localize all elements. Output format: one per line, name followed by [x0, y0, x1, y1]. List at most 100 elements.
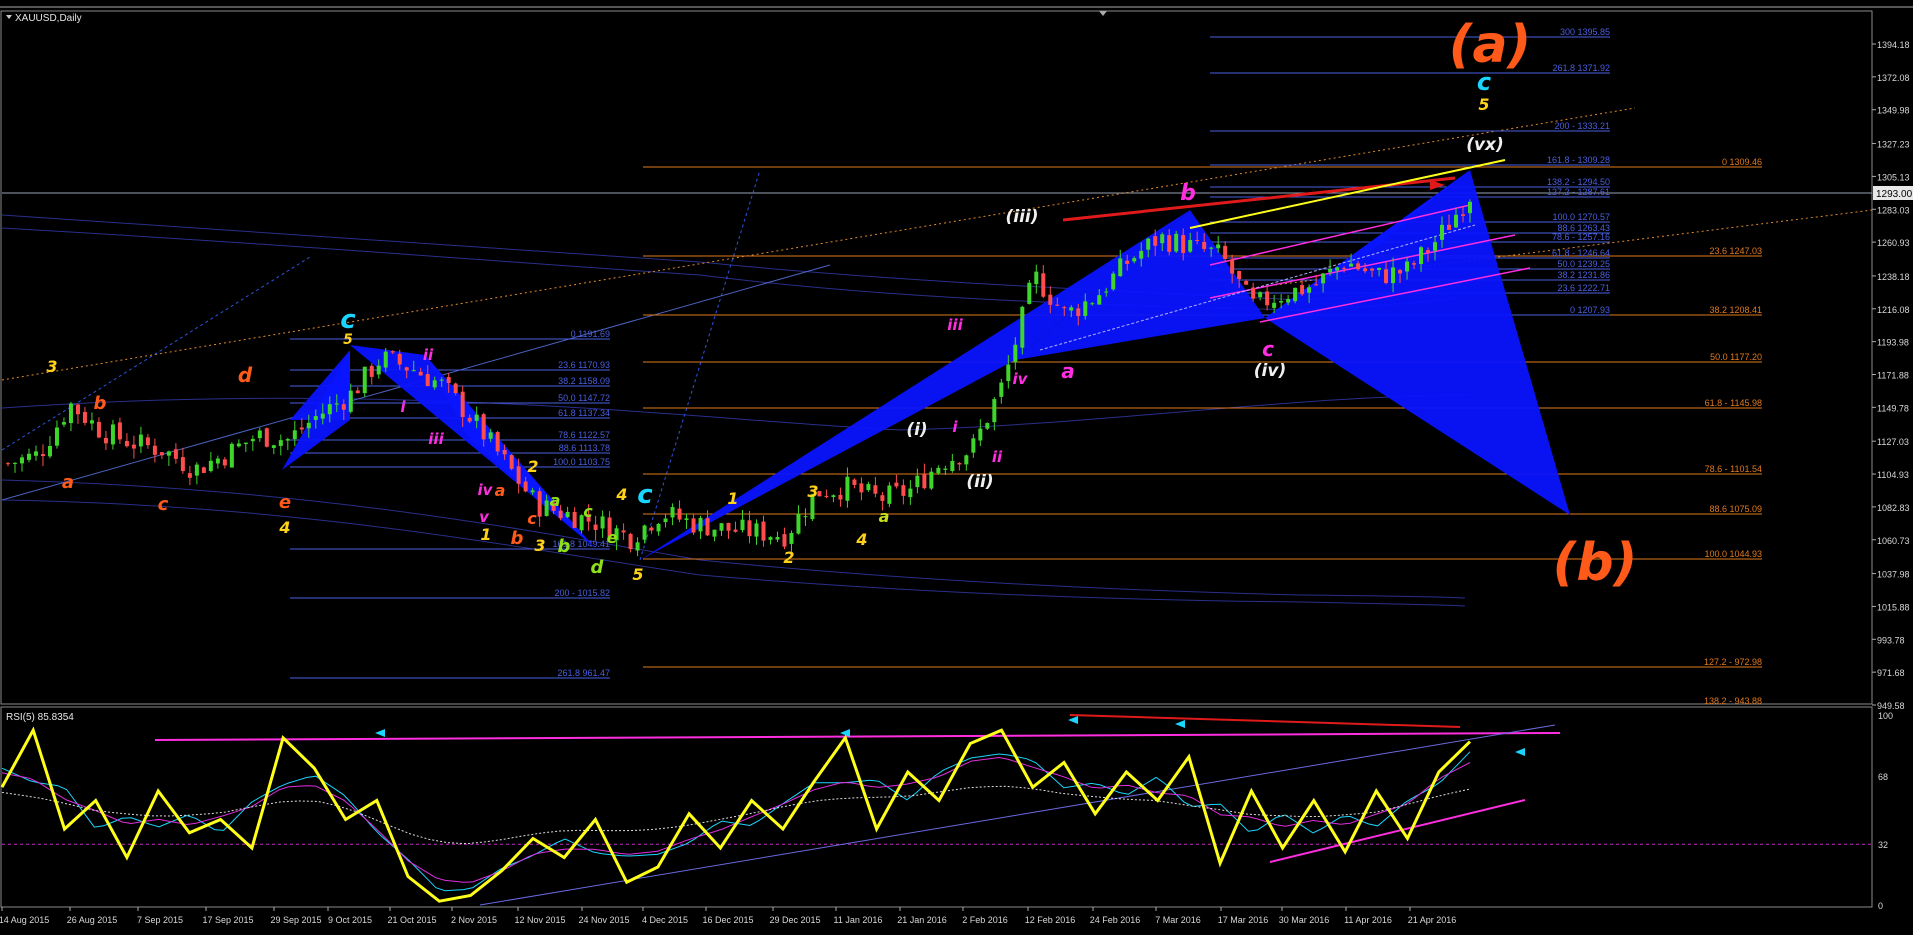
candle-body — [47, 445, 52, 457]
candle-body — [1433, 242, 1438, 251]
candle-body — [572, 512, 577, 528]
scroll-marker-icon[interactable] — [1099, 11, 1107, 16]
candle-body — [418, 371, 423, 376]
candle-body — [824, 495, 829, 497]
candle-body — [859, 483, 864, 493]
candle-body — [1370, 268, 1375, 271]
candle-body — [320, 413, 325, 419]
wave-label-a-right: a — [879, 507, 890, 526]
candle-body — [1188, 240, 1193, 252]
wave-label-d-green: d — [591, 557, 605, 578]
candle-body — [915, 475, 920, 488]
wave-label-i-paren: (i) — [906, 420, 927, 440]
candle-body — [173, 449, 178, 459]
candle-body — [271, 445, 276, 448]
candle-body — [1461, 214, 1466, 216]
candle-body — [54, 427, 59, 446]
candle-body — [950, 461, 955, 471]
candle-body — [628, 533, 633, 550]
candle-body — [852, 479, 857, 485]
candle-body — [943, 468, 948, 470]
candle-body — [1013, 344, 1018, 363]
candle-body — [1111, 273, 1116, 290]
date-tick-label: 21 Oct 2015 — [387, 915, 436, 925]
candle-body — [1076, 308, 1081, 317]
fib-left-label: 200 - 1015.82 — [554, 588, 610, 598]
candle-body — [1195, 240, 1200, 242]
candle-body — [1328, 268, 1333, 273]
candle-body — [1335, 267, 1340, 271]
candle-body — [1440, 224, 1445, 240]
candle-body — [495, 432, 500, 452]
candle-body — [26, 453, 31, 460]
candle-body — [460, 391, 465, 417]
candle-body — [117, 422, 122, 440]
candle-body — [201, 467, 206, 473]
candle-body — [747, 520, 752, 537]
candle-body — [1069, 307, 1074, 311]
candle-body — [68, 403, 73, 424]
candle-body — [75, 404, 80, 415]
candle-body — [257, 430, 262, 439]
date-tick-label: 2 Feb 2016 — [962, 915, 1008, 925]
wave-label-c-green: c — [583, 502, 593, 521]
fib-blue-label: 100.0 1270.57 — [1552, 212, 1610, 222]
candle-body — [236, 443, 241, 447]
fib-left-label: 88.6 1113.78 — [559, 443, 610, 453]
candle-body — [957, 463, 962, 465]
wave-label-a-left: a — [62, 472, 74, 493]
candle-body — [341, 404, 346, 410]
candle-body — [964, 455, 969, 465]
candle-body — [131, 444, 136, 449]
price-tick-label: 1372.08 — [1877, 73, 1910, 83]
candle-body — [362, 366, 367, 394]
fib-blue-label: 161.8 - 1309.28 — [1547, 155, 1610, 165]
candle-body — [1265, 291, 1270, 306]
candle-body — [89, 420, 94, 424]
title-dropdown-icon[interactable] — [6, 15, 12, 19]
wave-label-roman-i: i — [952, 418, 958, 436]
candle-body — [208, 460, 213, 471]
fib-blue-label: 261.8 1371.92 — [1552, 63, 1610, 73]
wave-label-big-b: (b) — [1553, 533, 1638, 593]
wave-label-v-left: v — [479, 508, 490, 526]
fib-blue-label: 38.2 1231.86 — [1557, 270, 1610, 280]
wave-label-i-left: i — [400, 398, 406, 416]
wave-label-vx: (vx) — [1466, 135, 1504, 155]
candle-body — [250, 438, 255, 442]
candle-body — [1279, 301, 1284, 303]
wave-label-a-left-2: a — [495, 481, 506, 500]
price-tick-label: 1394.18 — [1877, 40, 1910, 50]
candle-body — [376, 365, 381, 375]
candle-body — [1153, 236, 1158, 246]
candle-body — [1384, 269, 1389, 284]
candle-body — [873, 485, 878, 494]
price-tick-label: 1238.18 — [1877, 272, 1910, 282]
candle-body — [1223, 245, 1228, 260]
wave-label-5-mid: 5 — [632, 565, 643, 584]
candle-body — [474, 414, 479, 421]
wave-label-a-green: a — [550, 491, 561, 510]
date-tick-label: 9 Oct 2015 — [328, 915, 372, 925]
price-tick-label: 1349.98 — [1877, 106, 1910, 116]
blue-dashed-line — [1, 256, 311, 451]
rsi-cyan-arrow-icon — [375, 729, 385, 737]
candle-body — [1104, 291, 1109, 293]
fibonacci-levels: 0 1191.69 23.6 1170.93 38.2 1158.09 50.0 11… — [290, 27, 1762, 706]
candle-body — [1125, 260, 1130, 264]
candle-body — [82, 411, 87, 423]
fib-orange-label: 100.0 1044.93 — [1704, 549, 1762, 559]
candle-body — [621, 530, 626, 533]
candle-body — [1118, 258, 1123, 277]
candle-body — [180, 457, 185, 472]
date-tick-label: 2 Nov 2015 — [451, 915, 497, 925]
candle-body — [488, 432, 493, 439]
envelope-curve — [1, 499, 1466, 607]
candle-body — [719, 523, 724, 531]
candle-body — [1412, 263, 1417, 265]
wave-label-2-left: 2 — [527, 457, 538, 476]
candle-body — [152, 445, 157, 455]
wave-label-ii-paren: (ii) — [966, 472, 993, 492]
fib-blue-label: 61.8 - 1246.64 — [1552, 248, 1610, 258]
candle-body — [1426, 250, 1431, 253]
